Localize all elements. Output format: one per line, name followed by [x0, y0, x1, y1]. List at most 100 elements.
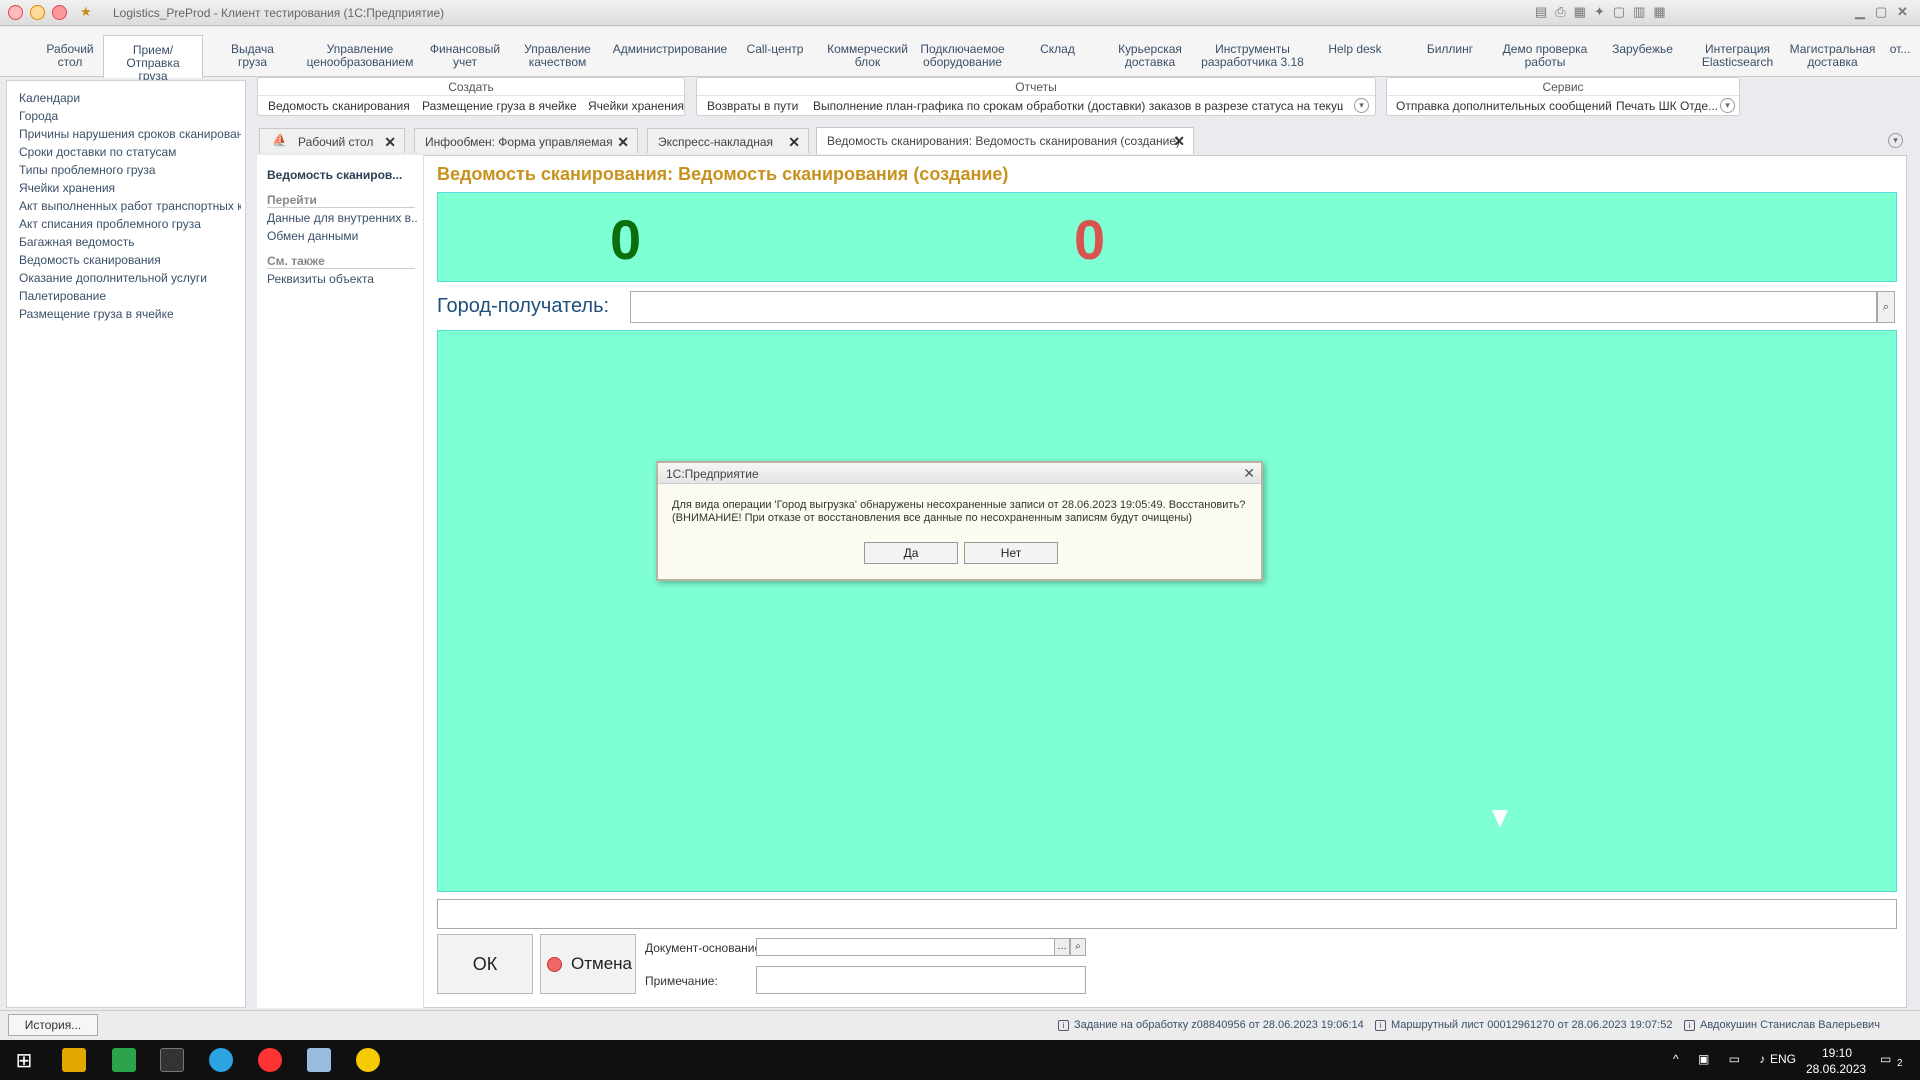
- close-icon[interactable]: ✕: [617, 134, 629, 151]
- explorer-icon[interactable]: [62, 1048, 86, 1072]
- tray-time[interactable]: 19:10: [1822, 1046, 1852, 1060]
- cmd-report-schedule[interactable]: Выполнение план-графика по срокам обрабо…: [813, 99, 1343, 113]
- nav-cargo-placement[interactable]: Размещение груза в ячейке: [19, 305, 241, 323]
- section-billing[interactable]: Биллинг: [1420, 43, 1480, 56]
- nav-scan-list[interactable]: Ведомость сканирования: [19, 251, 241, 269]
- section-warehouse[interactable]: Склад: [1035, 43, 1080, 56]
- section-demo[interactable]: Демо проверка работы: [1495, 43, 1595, 69]
- close-window-icon[interactable]: ✕: [1897, 4, 1908, 20]
- section-trunk[interactable]: Магистральная доставка: [1785, 43, 1880, 69]
- form-nav-current[interactable]: Ведомость сканиров...: [267, 168, 402, 182]
- status-task-text: Задание на обработку z08840956 от 28.06.…: [1074, 1019, 1364, 1031]
- star-icon[interactable]: ★: [80, 4, 92, 20]
- close-icon[interactable]: ✕: [384, 134, 396, 151]
- tab-label: Инфообмен: Форма управляемая: [425, 135, 613, 149]
- section-pricing[interactable]: Управление ценообразованием: [300, 43, 420, 69]
- nav-delay-reasons[interactable]: Причины нарушения сроков сканирован...: [19, 125, 241, 143]
- nav-cities[interactable]: Города: [19, 107, 241, 125]
- cmd-create-scan-list[interactable]: Ведомость сканирования: [268, 99, 410, 113]
- cmd-print-barcode[interactable]: Печать ШК Отде...: [1616, 99, 1718, 113]
- section-receive-send[interactable]: Прием/Отправка груза: [103, 35, 203, 83]
- tray-lang[interactable]: ENG: [1770, 1052, 1796, 1066]
- scan-area[interactable]: [437, 330, 1897, 892]
- telegram-icon[interactable]: [209, 1048, 233, 1072]
- section-callcenter[interactable]: Call-центр: [745, 43, 805, 56]
- tab-express-waybill[interactable]: Экспресс-накладная ✕: [647, 128, 809, 153]
- form-nav-goto-group: Перейти: [267, 193, 317, 207]
- mouse-cursor: [1492, 810, 1508, 828]
- cmd-create-storage-cells[interactable]: Ячейки хранения: [588, 99, 684, 113]
- chevron-down-icon[interactable]: ▾: [1354, 98, 1369, 113]
- tray-date[interactable]: 28.06.2023: [1806, 1062, 1866, 1076]
- back-icon[interactable]: [30, 5, 45, 20]
- chevron-down-icon[interactable]: ▾: [1720, 98, 1735, 113]
- nav-calendars[interactable]: Календари: [19, 89, 241, 107]
- onec-icon[interactable]: [356, 1048, 380, 1072]
- status-route[interactable]: i Маршрутный лист 00012961270 от 28.06.20…: [1375, 1019, 1672, 1031]
- section-courier[interactable]: Курьерская доставка: [1110, 43, 1190, 69]
- city-input[interactable]: [630, 291, 1877, 323]
- nav-palletizing[interactable]: Палетирование: [19, 287, 241, 305]
- nav-problem-types[interactable]: Типы проблемного груза: [19, 161, 241, 179]
- close-icon[interactable]: ✕: [788, 134, 800, 151]
- nav-writeoff-act[interactable]: Акт списания проблемного груза: [19, 215, 241, 233]
- cancel-button[interactable]: Отмена: [540, 934, 636, 994]
- section-commercial[interactable]: Коммерческий блок: [825, 43, 910, 69]
- ok-button[interactable]: ОК: [437, 934, 533, 994]
- nav-baggage-list[interactable]: Багажная ведомость: [19, 233, 241, 251]
- section-abroad[interactable]: Зарубежье: [1610, 43, 1675, 56]
- search-icon[interactable]: ⌕: [1877, 291, 1895, 323]
- section-issue[interactable]: Выдача груза: [225, 43, 280, 69]
- history-button[interactable]: История...: [8, 1014, 98, 1036]
- select-icon[interactable]: …: [1054, 938, 1070, 956]
- tray-icons[interactable]: ^ ▣ ▭ ♪: [1673, 1052, 1773, 1066]
- nav-delivery-terms[interactable]: Сроки доставки по статусам: [19, 143, 241, 161]
- tabs-menu-icon[interactable]: ▾: [1888, 133, 1903, 148]
- status-user[interactable]: i Авдокушин Станислав Валерьевич: [1684, 1019, 1880, 1031]
- cmd-create-cargo-placement[interactable]: Размещение груза в ячейке: [422, 99, 577, 113]
- cmd-report-returns[interactable]: Возвраты в пути: [707, 99, 798, 113]
- barcode-input[interactable]: [437, 899, 1897, 929]
- nav-storage-cells[interactable]: Ячейки хранения: [19, 179, 241, 197]
- no-button[interactable]: Нет: [964, 542, 1058, 564]
- tab-scan-list-create[interactable]: Ведомость сканирования: Ведомость сканир…: [816, 127, 1194, 154]
- section-quality[interactable]: Управление качеством: [515, 43, 600, 69]
- tab-label: Ведомость сканирования: Ведомость сканир…: [827, 134, 1180, 148]
- minimize-icon[interactable]: ▁: [1855, 4, 1865, 20]
- form-nav-see-also-group: См. также: [267, 254, 325, 268]
- yes-button[interactable]: Да: [864, 542, 958, 564]
- form-nav-internal-data[interactable]: Данные для внутренних в...: [267, 211, 417, 225]
- section-helpdesk[interactable]: Help desk: [1325, 43, 1385, 56]
- section-elasticsearch[interactable]: Интеграция Elasticsearch: [1695, 43, 1780, 69]
- pycharm-icon[interactable]: [112, 1048, 136, 1072]
- section-admin[interactable]: Администрирование: [610, 43, 730, 56]
- search-icon[interactable]: ⌕: [1070, 938, 1086, 956]
- close-icon[interactable]: ✕: [1243, 465, 1255, 482]
- section-finance[interactable]: Финансовый учет: [425, 43, 505, 69]
- nav-transport-act[interactable]: Акт выполненных работ транспортных к...: [19, 197, 241, 215]
- tab-label: Экспресс-накладная: [658, 135, 774, 149]
- yandex-browser-icon[interactable]: [258, 1048, 282, 1072]
- notification-icon[interactable]: ▭: [1880, 1052, 1891, 1066]
- maximize-icon[interactable]: ▢: [1875, 4, 1887, 20]
- tab-infoexchange[interactable]: Инфообмен: Форма управляемая ✕: [414, 128, 638, 153]
- toolbar-icons[interactable]: ▤⎙▦✦▢▥▦: [1535, 4, 1674, 20]
- terminal-icon[interactable]: [160, 1048, 184, 1072]
- doc-basis-input[interactable]: [756, 938, 1056, 956]
- form-nav-data-exchange[interactable]: Обмен данными: [267, 229, 417, 243]
- section-more[interactable]: от...: [1885, 43, 1915, 56]
- nav-extra-service[interactable]: Оказание дополнительной услуги: [19, 269, 241, 287]
- form-nav-object-props[interactable]: Реквизиты объекта: [267, 272, 417, 286]
- app-logo-icon[interactable]: [8, 5, 23, 20]
- windows-start-icon[interactable]: ⊞: [12, 1048, 36, 1072]
- notepad-icon[interactable]: [307, 1048, 331, 1072]
- section-desktop[interactable]: Рабочий стол: [35, 43, 105, 69]
- section-devtools[interactable]: Инструменты разработчика 3.18: [1195, 43, 1310, 69]
- section-equipment[interactable]: Подключаемое оборудование: [915, 43, 1010, 69]
- tab-desktop[interactable]: ⛵ Рабочий стол ✕: [259, 128, 405, 153]
- status-task[interactable]: i Задание на обработку z08840956 от 28.06…: [1058, 1019, 1364, 1031]
- close-icon[interactable]: ✕: [1173, 133, 1185, 150]
- forward-icon[interactable]: [52, 5, 67, 20]
- cmd-send-messages[interactable]: Отправка дополнительных сообщений: [1396, 99, 1612, 113]
- note-input[interactable]: [756, 966, 1086, 994]
